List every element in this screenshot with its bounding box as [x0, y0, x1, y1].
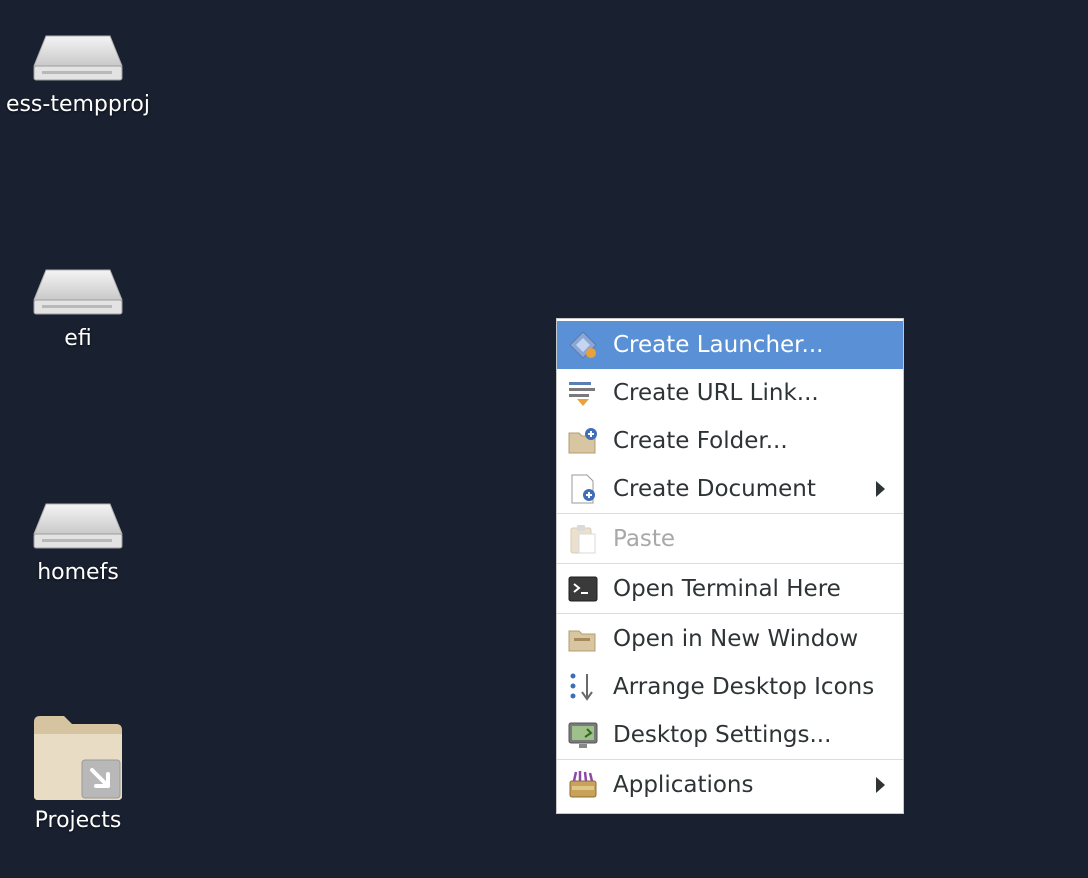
- menu-item-arrange-desktop-icons[interactable]: Arrange Desktop Icons: [557, 663, 903, 711]
- menu-item-paste[interactable]: Paste: [557, 515, 903, 563]
- desktop-context-menu: Create Launcher... Create URL Link... Cr…: [556, 318, 904, 814]
- folder-link-icon: [34, 716, 122, 800]
- drive-harddisk-icon: [33, 35, 123, 81]
- menu-item-open-in-new-window[interactable]: Open in New Window: [557, 615, 903, 663]
- menu-item-label: Create URL Link...: [613, 380, 819, 406]
- desktop-icon-ess-tempproj[interactable]: ess-tempproj: [0, 30, 156, 117]
- desktop-icon-label: homefs: [37, 560, 119, 585]
- desktop-icon-label: ess-tempproj: [5, 92, 150, 117]
- desktop-settings-icon: [568, 722, 598, 748]
- desktop-icon-label: efi: [64, 326, 92, 351]
- desktop-icon-projects[interactable]: Projects: [0, 712, 156, 833]
- menu-item-label: Arrange Desktop Icons: [613, 674, 875, 700]
- folder-open-icon: [568, 630, 596, 652]
- paste-icon: [570, 525, 596, 554]
- drive-harddisk-icon: [33, 269, 123, 315]
- url-link-icon: [569, 382, 595, 406]
- menu-item-label: Applications: [613, 772, 754, 798]
- desktop-icon-homefs[interactable]: homefs: [0, 498, 156, 585]
- submenu-arrow-icon: [876, 777, 885, 793]
- menu-item-label: Create Launcher...: [613, 332, 824, 358]
- menu-separator: [557, 759, 903, 760]
- menu-item-label: Open in New Window: [613, 626, 859, 652]
- terminal-icon: [568, 576, 598, 602]
- folder-new-icon: [568, 428, 597, 454]
- arrange-icons-icon: [570, 673, 593, 701]
- menu-item-label: Create Document: [613, 476, 816, 502]
- drive-harddisk-icon: [33, 503, 123, 549]
- menu-item-label: Desktop Settings...: [613, 722, 832, 748]
- menu-item-applications[interactable]: Applications: [557, 761, 903, 809]
- desktop-icon-efi[interactable]: efi: [0, 264, 156, 351]
- menu-separator: [557, 563, 903, 564]
- menu-separator: [557, 513, 903, 514]
- menu-item-label: Open Terminal Here: [613, 576, 841, 602]
- menu-item-create-folder[interactable]: Create Folder...: [557, 417, 903, 465]
- launcher-icon: [569, 331, 597, 359]
- menu-item-label: Create Folder...: [613, 428, 788, 454]
- menu-item-create-launcher[interactable]: Create Launcher...: [557, 321, 903, 369]
- menu-item-label: Paste: [613, 526, 676, 552]
- document-new-icon: [571, 474, 595, 504]
- desktop[interactable]: ess-tempproj efi homefs Projects Create …: [0, 0, 1088, 878]
- menu-item-create-document[interactable]: Create Document: [557, 465, 903, 513]
- menu-separator: [557, 613, 903, 614]
- menu-item-desktop-settings[interactable]: Desktop Settings...: [557, 711, 903, 759]
- desktop-icon-label: Projects: [34, 808, 122, 833]
- applications-icon: [569, 771, 597, 798]
- submenu-arrow-icon: [876, 481, 885, 497]
- menu-item-open-terminal-here[interactable]: Open Terminal Here: [557, 565, 903, 613]
- menu-item-create-url-link[interactable]: Create URL Link...: [557, 369, 903, 417]
